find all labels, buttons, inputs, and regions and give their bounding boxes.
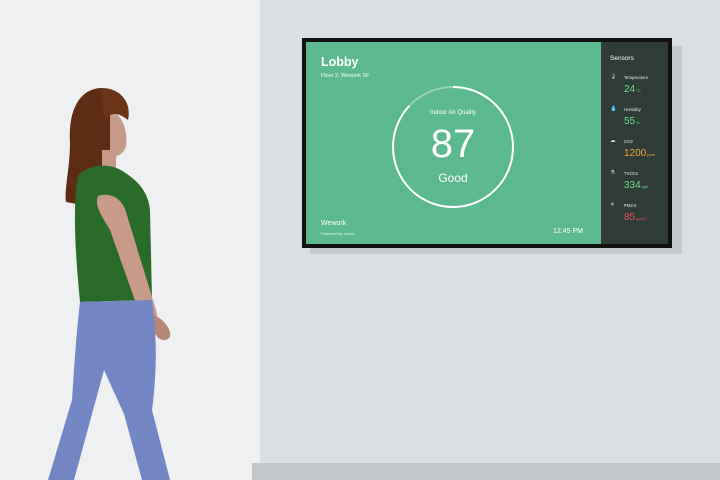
sensors-sidebar: Sensors 🌡 Temperature 24°C 💧 Humidity 55… bbox=[601, 42, 668, 244]
sensor-name: CO2 bbox=[624, 139, 633, 144]
particles-icon: ✳ bbox=[610, 202, 615, 208]
sensor-unit: ppm bbox=[647, 152, 656, 157]
sensor-value-row: 334ppb bbox=[624, 180, 648, 191]
dashboard-screen: Lobby Floor 2, Wework SF Indoor Air Qual… bbox=[306, 42, 668, 244]
room-subtitle: Floor 2, Wework SF bbox=[321, 73, 370, 79]
sensor-unit: °C bbox=[636, 88, 641, 93]
brand-name: Wework bbox=[321, 220, 347, 227]
sensor-name: Temperature bbox=[624, 75, 649, 80]
sensor-value-row: 85μg/m³ bbox=[624, 212, 646, 223]
cloud-icon: ☁ bbox=[610, 138, 616, 144]
sensor-value: 55 bbox=[624, 116, 636, 127]
sensor-co2: ☁ CO2 1200ppm bbox=[610, 138, 668, 166]
sensor-unit: % bbox=[636, 120, 640, 125]
air-quality-panel: Lobby Floor 2, Wework SF Indoor Air Qual… bbox=[306, 42, 601, 244]
powered-by: Powered by: Awair bbox=[321, 231, 355, 236]
sensor-unit: ppb bbox=[641, 184, 649, 189]
sensor-value-row: 55% bbox=[624, 116, 640, 127]
sensor-temperature: 🌡 Temperature 24°C bbox=[610, 74, 668, 102]
room-title: Lobby bbox=[321, 55, 359, 69]
sensor-name: PM2.5 bbox=[624, 203, 637, 208]
thermometer-icon: 🌡 bbox=[610, 74, 617, 80]
chemical-icon: ⚗ bbox=[610, 170, 615, 176]
score-value: 87 bbox=[430, 122, 476, 166]
tv-display: Lobby Floor 2, Wework SF Indoor Air Qual… bbox=[302, 38, 672, 248]
sensor-unit: μg/m³ bbox=[636, 216, 647, 221]
sensor-value-row: 1200ppm bbox=[624, 148, 655, 159]
sensor-pm25: ✳ PM2.5 85μg/m³ bbox=[610, 202, 668, 230]
sensor-value: 85 bbox=[624, 212, 636, 223]
person-illustration bbox=[48, 88, 171, 480]
floor-baseboard bbox=[252, 463, 720, 480]
clock-time: 12:45 PM bbox=[553, 228, 583, 235]
sensor-tvocs: ⚗ TVOCs 334ppb bbox=[610, 170, 668, 198]
sensor-name: TVOCs bbox=[624, 171, 639, 176]
sensor-value: 24 bbox=[624, 84, 636, 95]
sensor-value: 334 bbox=[624, 180, 641, 191]
sensor-value: 1200 bbox=[624, 148, 647, 159]
sensor-humidity: 💧 Humidity 55% bbox=[610, 106, 668, 134]
sensor-name: Humidity bbox=[624, 107, 641, 112]
sidebar-title: Sensors bbox=[610, 55, 634, 62]
metric-label: Indoor Air Quality bbox=[429, 110, 477, 116]
sensor-value-row: 24°C bbox=[624, 84, 641, 95]
status-label: Good bbox=[438, 171, 468, 185]
water-drop-icon: 💧 bbox=[610, 106, 617, 112]
